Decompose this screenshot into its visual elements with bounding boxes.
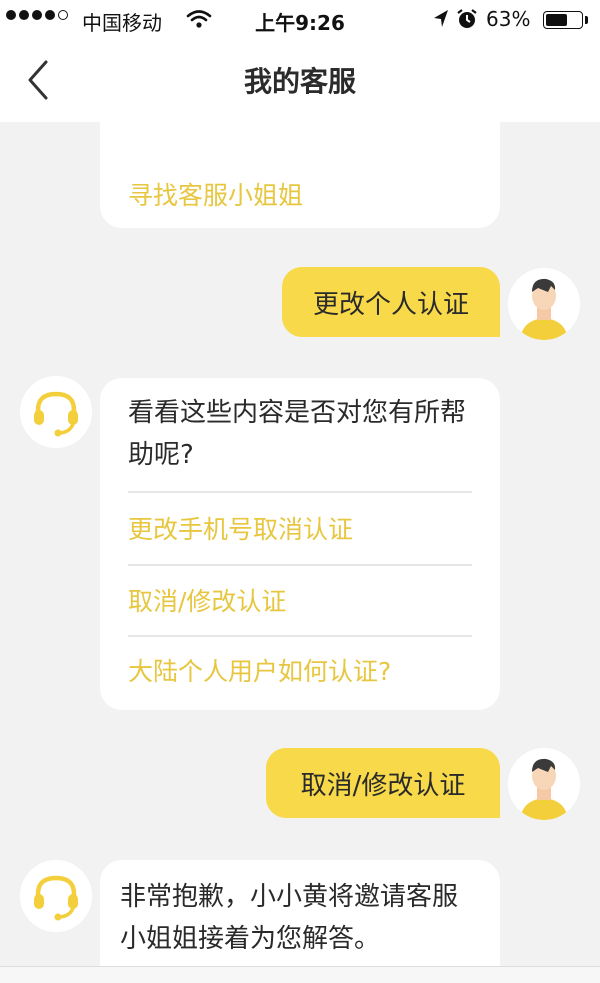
option-link[interactable]: 更改手机号取消认证 <box>128 510 353 546</box>
nav-bar: 我的客服 <box>0 40 600 122</box>
chat-area[interactable]: 寻找客服小姐姐 更改个人认证 看看这些内容是否对您有所帮助呢? 更改手机号取消认… <box>0 122 600 983</box>
battery-fill <box>546 14 567 26</box>
status-bar: 中国移动 上午9:26 63% <box>0 0 600 40</box>
bot-message-bubble: 寻找客服小姐姐 <box>100 122 500 228</box>
bot-message-text: 非常抱歉，小小黄将邀请客服小姐姐接着为您解答。 <box>120 882 459 954</box>
user-avatar[interactable] <box>508 748 580 820</box>
bot-avatar[interactable] <box>20 860 92 932</box>
bot-avatar[interactable] <box>20 376 92 448</box>
user-message-bubble: 更改个人认证 <box>282 267 500 337</box>
headset-icon <box>20 860 92 932</box>
option-link[interactable]: 取消/修改认证 <box>128 582 286 618</box>
user-message-text: 更改个人认证 <box>312 289 469 320</box>
battery-icon <box>543 11 583 29</box>
divider <box>128 491 472 493</box>
bot-message-text: 看看这些内容是否对您有所帮助呢? <box>128 398 467 470</box>
divider <box>128 564 472 566</box>
user-message-text: 取消/修改认证 <box>300 770 466 801</box>
location-arrow-icon <box>434 10 448 27</box>
input-bar[interactable] <box>0 967 600 983</box>
bot-message-bubble: 非常抱歉，小小黄将邀请客服小姐姐接着为您解答。 <box>100 860 500 983</box>
battery-percent: 63% <box>486 7 531 31</box>
user-avatar-icon <box>508 748 580 820</box>
divider <box>128 635 472 637</box>
alarm-clock-icon <box>457 9 477 28</box>
user-message-bubble: 取消/修改认证 <box>266 748 500 818</box>
headset-icon <box>20 376 92 448</box>
user-avatar-icon <box>508 268 580 340</box>
battery-tip <box>585 16 588 24</box>
bot-message-bubble: 看看这些内容是否对您有所帮助呢? 更改手机号取消认证 取消/修改认证 大陆个人用… <box>100 378 500 710</box>
option-link[interactable]: 寻找客服小姐姐 <box>128 176 303 212</box>
option-link[interactable]: 大陆个人用户如何认证? <box>128 652 391 688</box>
user-avatar[interactable] <box>508 268 580 340</box>
page-title: 我的客服 <box>243 65 356 98</box>
